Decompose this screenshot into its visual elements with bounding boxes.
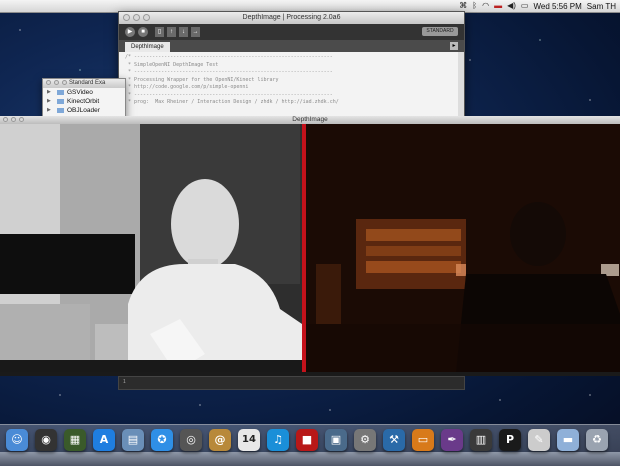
folder-icon [57,98,64,104]
address-book-icon[interactable]: @ [209,429,231,451]
depth-image-pane [0,124,302,372]
tab-menu-arrow-icon[interactable]: ▸ [450,42,458,50]
dock-shelf [0,452,620,466]
rgb-camera-image [306,124,620,372]
editor-console-strip: 1 [118,376,465,390]
save-button[interactable]: ↓ [179,27,188,37]
finder-item[interactable]: ▶ KinectOrbit [43,97,125,106]
editor-tab-bar: DepthImage ▸ [119,40,464,52]
system-preferences-icon[interactable]: ⚙ [354,429,376,451]
finder-window-controls [46,80,67,85]
new-button[interactable]: ▯ [155,27,164,37]
sketch-window-controls [3,117,24,122]
xcode-icon[interactable]: ⚒ [383,429,405,451]
open-button[interactable]: ↑ [167,27,176,37]
disclosure-triangle-icon[interactable]: ▶ [47,106,51,115]
depth-image [0,124,302,372]
menu-clock[interactable]: Wed 5:56 PM [533,2,581,11]
sketch-title-bar[interactable]: DepthImage [0,116,620,124]
battery-icon[interactable]: ▭ [521,1,529,11]
console-line-number: 1 [123,379,126,385]
activity-monitor-icon[interactable]: ▥ [470,429,492,451]
export-button[interactable]: → [191,27,200,37]
zoom-button[interactable] [143,14,150,21]
finder-item-label: OBJLoader [67,107,100,114]
editor-title-bar[interactable]: DepthImage | Processing 2.0a6 [119,12,464,24]
dashboard-icon[interactable]: ◉ [35,429,57,451]
code-text: /* -------------------------------------… [125,54,339,105]
code-editor[interactable]: /* -------------------------------------… [119,52,464,118]
finder-icon[interactable]: ☺ [6,429,28,451]
finder-item-label: GSVideo [67,89,93,96]
disclosure-triangle-icon[interactable]: ▶ [47,97,51,106]
tab-depthimage[interactable]: DepthImage [125,42,170,52]
finder-zoom-button[interactable] [62,80,67,85]
finder-item[interactable]: ▶ OBJLoader [43,106,125,115]
editor-toolbar: ▶ ■ ▯ ↑ ↓ → STANDARD [119,24,464,40]
mode-button[interactable]: STANDARD [422,27,458,36]
calendar-icon[interactable]: 14 [238,429,260,451]
window-controls [123,14,150,21]
processing-icon[interactable]: P [499,429,521,451]
photo-booth-icon[interactable]: ■ [296,429,318,451]
finder-item[interactable]: ▶ GSVideo [43,88,125,97]
minimize-button[interactable] [133,14,140,21]
quill-icon[interactable]: ✒ [441,429,463,451]
app-store-icon[interactable]: A [93,429,115,451]
flag-icon[interactable]: ▬ [494,1,502,11]
dock: ☺ ◉ ▦ A ▤ ✪ ◎ @14 ♫ ■ ▣ ⚙ ⚒ ▭ ✒ ▥ P ✎ ▬ ♻ [0,424,620,466]
volume-icon[interactable]: ◀) [507,1,516,11]
facetime-icon[interactable]: ◎ [180,429,202,451]
disclosure-triangle-icon[interactable]: ▶ [47,88,51,97]
menu-user-name[interactable]: Sam TH [587,2,616,11]
finder-close-button[interactable] [46,80,51,85]
depthimage-sketch-window: DepthImage [0,116,620,376]
code-scrollbar[interactable] [458,52,464,118]
script-editor-icon[interactable]: ✎ [528,429,550,451]
run-button[interactable]: ▶ [125,27,135,37]
documents-folder-icon[interactable]: ▬ [557,429,579,451]
script-menu-icon[interactable]: ⌘ [459,1,467,11]
rgb-camera-pane [306,124,620,372]
folder-icon [57,107,64,113]
stop-button[interactable]: ■ [138,27,148,37]
sketch-close-button[interactable] [3,117,8,122]
folder-icon [57,89,64,95]
sketch-canvas[interactable] [0,124,620,372]
itunes-icon[interactable]: ♫ [267,429,289,451]
finder-title-bar[interactable]: Standard Exa [43,79,125,88]
sketch-window-title: DepthImage [292,116,328,123]
finder-title: Standard Exa [69,80,106,86]
bluetooth-icon[interactable]: ᛒ [472,1,477,11]
editor-window-title: DepthImage | Processing 2.0a6 [242,14,341,21]
sketch-zoom-button[interactable] [19,117,24,122]
mission-control-icon[interactable]: ▦ [64,429,86,451]
keynote-icon[interactable]: ▭ [412,429,434,451]
close-button[interactable] [123,14,130,21]
preview-icon[interactable]: ▤ [122,429,144,451]
finder-item-label: KinectOrbit [67,98,100,105]
processing-editor-window: DepthImage | Processing 2.0a6 ▶ ■ ▯ ↑ ↓ … [118,11,465,131]
trash-icon[interactable]: ♻ [586,429,608,451]
finder-minimize-button[interactable] [54,80,59,85]
iphoto-icon[interactable]: ▣ [325,429,347,451]
sketch-minimize-button[interactable] [11,117,16,122]
safari-icon[interactable]: ✪ [151,429,173,451]
wifi-icon[interactable]: ◠ [482,1,489,11]
